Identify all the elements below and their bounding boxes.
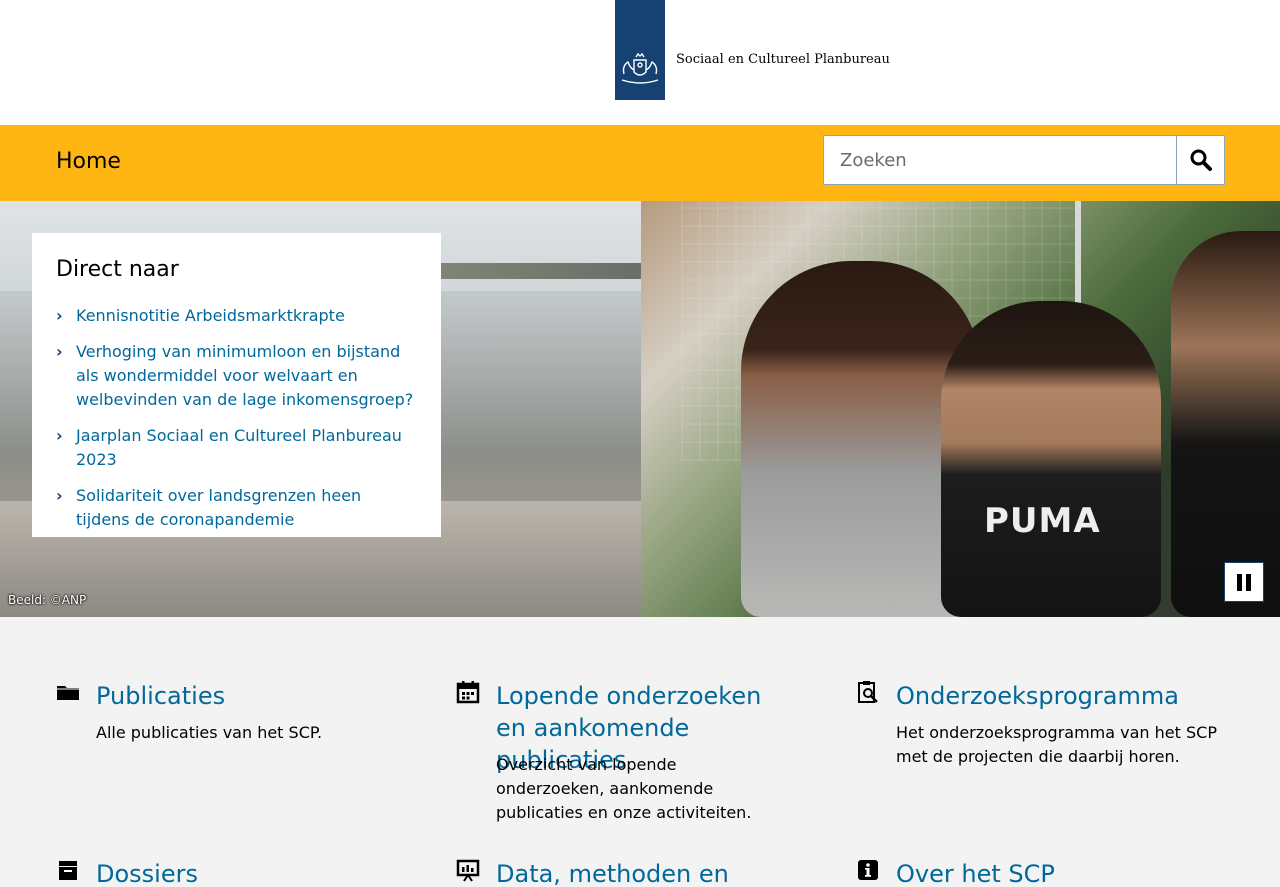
chevron-right-icon: › <box>56 306 63 325</box>
hero-person-3 <box>1171 231 1280 617</box>
clipboard-search-icon <box>858 681 878 703</box>
presentation-screen-icon <box>456 859 480 882</box>
calendar-icon <box>456 681 480 704</box>
tile-title[interactable]: Dossiers <box>96 858 396 887</box>
direct-naar-card: Direct naar › Kennisnotitie Arbeidsmarkt… <box>32 233 441 537</box>
search-input[interactable] <box>823 135 1177 185</box>
main-navbar: Home <box>0 125 1280 201</box>
tile-description: Alle publicaties van het SCP. <box>96 723 323 742</box>
direct-link-item[interactable]: › Jaarplan Sociaal en Cultureel Planbure… <box>56 424 417 472</box>
pause-icon <box>1237 573 1242 591</box>
direct-naar-list: › Kennisnotitie Arbeidsmarktkrapte › Ver… <box>56 304 417 532</box>
tile-description: Overzicht van lopende onderzoeken, aanko… <box>496 755 752 822</box>
hero-image-youth: PUMA <box>641 201 1280 617</box>
chevron-right-icon: › <box>56 342 63 361</box>
image-credit: Beeld: ©ANP <box>8 593 87 607</box>
direct-link-item[interactable]: › Kennisnotitie Arbeidsmarktkrapte <box>56 304 417 328</box>
direct-link[interactable]: Kennisnotitie Arbeidsmarktkrapte <box>76 306 345 325</box>
folder-icon <box>57 686 79 700</box>
direct-naar-title: Direct naar <box>56 257 179 282</box>
tile-title[interactable]: Publicaties <box>96 680 396 712</box>
direct-link-item[interactable]: › Solidariteit over landsgrenzen heen ti… <box>56 484 417 532</box>
chevron-right-icon: › <box>56 426 63 445</box>
pause-icon <box>1246 573 1251 591</box>
hero-shirt-logo: PUMA <box>984 501 1101 541</box>
info-icon <box>858 860 878 880</box>
tile-title[interactable]: Onderzoeksprogramma <box>896 680 1196 712</box>
magnifier-icon <box>1190 149 1212 171</box>
logo-emblem[interactable] <box>615 0 665 100</box>
direct-link[interactable]: Jaarplan Sociaal en Cultureel Planbureau… <box>76 426 402 469</box>
chevron-right-icon: › <box>56 486 63 505</box>
direct-link[interactable]: Solidariteit over landsgrenzen heen tijd… <box>76 486 361 529</box>
site-header: Sociaal en Cultureel Planbureau <box>0 0 1280 125</box>
archive-box-icon <box>59 861 77 880</box>
hero-banner: PUMA Direct naar › Kennisnotitie Arbeids… <box>0 201 1280 617</box>
nav-home-link[interactable]: Home <box>56 149 121 174</box>
hero-horizon <box>420 263 641 279</box>
logo-text[interactable]: Sociaal en Cultureel Planbureau <box>676 52 890 67</box>
direct-link[interactable]: Verhoging van minimumloon en bijstand al… <box>76 342 413 409</box>
carousel-pause-button[interactable] <box>1224 562 1264 602</box>
tile-title[interactable]: Over het SCP <box>896 858 1196 887</box>
tile-title[interactable]: Data, methoden en <box>496 858 796 887</box>
search-button[interactable] <box>1176 135 1225 185</box>
coat-of-arms-icon <box>621 52 659 84</box>
hero-person-2 <box>941 301 1161 617</box>
direct-link-item[interactable]: › Verhoging van minimumloon en bijstand … <box>56 340 417 412</box>
tile-description: Het onderzoeksprogramma van het SCP met … <box>896 723 1217 766</box>
